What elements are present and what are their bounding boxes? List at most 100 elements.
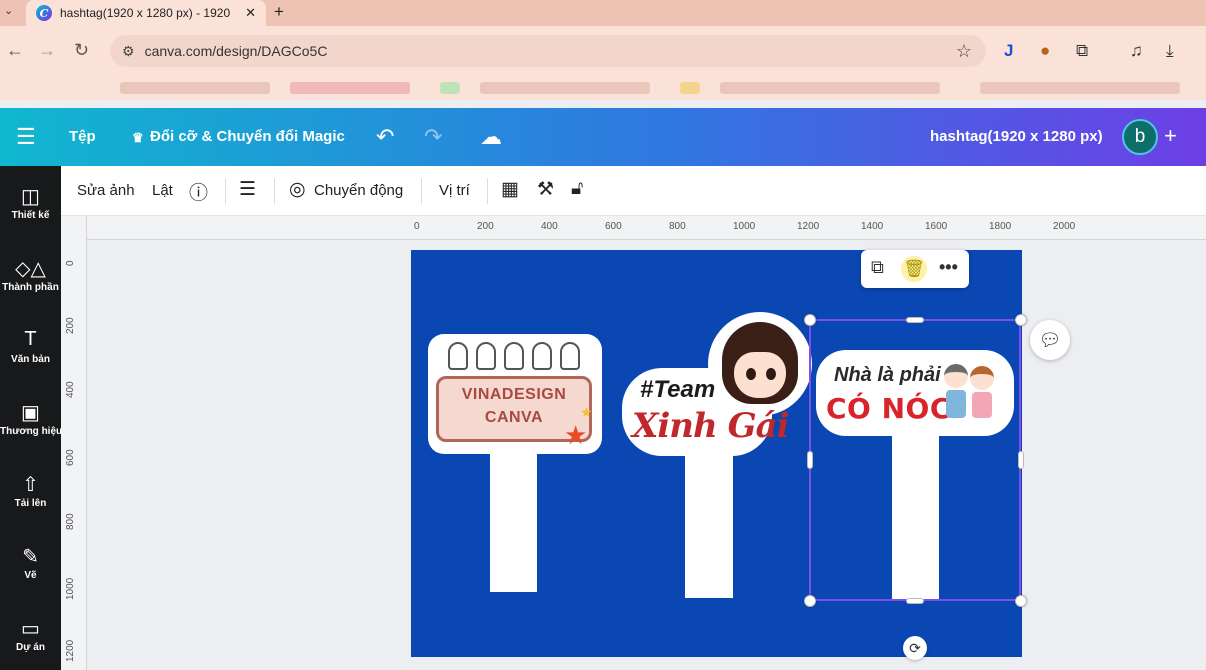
- back-arrow-icon[interactable]: ←: [6, 40, 24, 61]
- sidebar-item-text[interactable]: T Văn bản: [0, 328, 61, 365]
- download-icon[interactable]: ⤓: [1166, 41, 1174, 61]
- sidebar-item-uploads[interactable]: ⇧ Tải lên: [0, 472, 61, 509]
- bookmark-item[interactable]: [980, 82, 1180, 94]
- address-bar[interactable]: ⚙ canva.com/design/DAGCo5C ☆: [110, 35, 986, 67]
- tab-close-icon[interactable]: ✕: [245, 5, 256, 21]
- resize-handle[interactable]: [804, 314, 816, 326]
- forward-arrow-icon[interactable]: →: [38, 40, 56, 61]
- browser-tab[interactable]: C hashtag(1920 x 1280 px) - 1920 ✕: [26, 0, 266, 26]
- add-comment-icon[interactable]: 💬︎: [1030, 320, 1070, 360]
- sidebar-item-elements[interactable]: ◇△ Thành phần: [0, 256, 61, 293]
- ruler-tick: 1200: [797, 221, 820, 232]
- resize-handle[interactable]: [1015, 595, 1027, 607]
- elements-icon: ◇△: [15, 258, 46, 280]
- magic-resize-button[interactable]: Đổi cỡ & Chuyển đổi Magic: [150, 128, 345, 145]
- extension-j-icon[interactable]: J: [1004, 41, 1013, 61]
- sticker-text: Xinh Gái: [632, 406, 790, 446]
- redo-icon[interactable]: ↷: [424, 124, 442, 150]
- ruler-tick: 800: [669, 221, 686, 232]
- design-title[interactable]: hashtag(1920 x 1280 px): [930, 128, 1103, 145]
- bookmark-item[interactable]: [120, 82, 270, 94]
- vertical-ruler: 0 200 400 600 800 1000 1200: [61, 216, 87, 670]
- media-control-icon[interactable]: ♫: [1130, 41, 1143, 61]
- ruler-tick: 0: [65, 260, 76, 266]
- sidebar-item-design[interactable]: ◫ Thiết kế: [0, 184, 61, 221]
- extensions-puzzle-icon[interactable]: ⧉: [1076, 41, 1088, 61]
- upload-icon: ⇧: [22, 474, 39, 496]
- canva-top-bar: ☰ Tệp ♛ Đổi cỡ & Chuyển đổi Magic ↶ ↷ ☁ …: [0, 108, 1206, 166]
- ruler-tick: 1200: [65, 639, 76, 662]
- ruler-tick: 400: [65, 381, 76, 398]
- user-avatar[interactable]: b: [1122, 119, 1158, 155]
- resize-handle[interactable]: [804, 595, 816, 607]
- ruler-tick: 2000: [1053, 221, 1076, 232]
- more-options-icon[interactable]: •••: [939, 257, 958, 278]
- girl-face-illustration: [734, 352, 786, 398]
- sidebar-item-brand[interactable]: ▣ Thương hiệu: [0, 400, 61, 437]
- sidebar-item-projects[interactable]: ▭ Dự án: [0, 616, 61, 653]
- rotate-handle-icon[interactable]: ⟳: [903, 636, 927, 660]
- layout-icon: ◫: [21, 186, 40, 208]
- copy-style-icon[interactable]: ⚒: [537, 178, 554, 201]
- sidebar-item-label: Thành phần: [2, 282, 59, 293]
- add-collaborator-button[interactable]: +: [1164, 123, 1177, 149]
- bookmark-item[interactable]: [440, 82, 460, 94]
- lock-icon[interactable]: 🔓︎: [571, 178, 583, 200]
- star-icon: ★: [580, 404, 593, 420]
- toolbar-divider: [487, 178, 488, 204]
- cat-icon: [504, 342, 524, 370]
- left-sidebar: ◫ Thiết kế ◇△ Thành phần T Văn bản ▣ Thư…: [0, 166, 61, 670]
- eye-icon: [766, 368, 776, 380]
- sidebar-item-draw[interactable]: ✎ Vẽ: [0, 544, 61, 581]
- sign-stick[interactable]: [685, 440, 733, 598]
- file-menu[interactable]: Tệp: [69, 128, 96, 145]
- resize-handle[interactable]: [906, 317, 924, 323]
- folder-icon: ▭: [21, 618, 40, 640]
- ruler-tick: 1800: [989, 221, 1012, 232]
- sidebar-item-label: Thiết kế: [11, 210, 50, 221]
- new-tab-button[interactable]: +: [274, 2, 284, 22]
- brand-icon: ▣: [21, 402, 40, 424]
- bookmark-item[interactable]: [480, 82, 650, 94]
- duplicate-icon[interactable]: ⧉: [871, 257, 884, 278]
- sidebar-item-label: Dự án: [16, 642, 45, 653]
- cats-illustration: [444, 342, 584, 376]
- cat-icon: [532, 342, 552, 370]
- border-style-icon[interactable]: ☰: [239, 178, 256, 201]
- resize-handle[interactable]: [1018, 451, 1024, 469]
- sign-stick[interactable]: [490, 440, 537, 592]
- team-xinh-gai-sticker[interactable]: #Team Xinh Gái: [622, 312, 812, 458]
- bookmarks-bar: [0, 76, 1206, 100]
- animate-icon[interactable]: ◎: [289, 178, 306, 201]
- site-info-icon[interactable]: ⚙: [122, 43, 135, 60]
- ruler-tick: 1600: [925, 221, 948, 232]
- transparency-icon[interactable]: ▦: [501, 178, 519, 201]
- resize-handle[interactable]: [1015, 314, 1027, 326]
- tab-search-chevron-icon[interactable]: ⌄: [4, 4, 13, 17]
- edit-photo-button[interactable]: Sửa ảnh: [77, 182, 135, 199]
- main-menu-icon[interactable]: ☰: [16, 124, 36, 150]
- sidebar-item-label: Văn bản: [11, 354, 50, 365]
- bookmark-item[interactable]: [720, 82, 940, 94]
- bookmark-item[interactable]: [680, 82, 700, 94]
- cookie-extension-icon[interactable]: ●: [1040, 41, 1050, 61]
- vinadesign-sticker[interactable]: VINADESIGN CANVA ★ ★: [428, 334, 602, 454]
- position-button[interactable]: Vị trí: [439, 182, 470, 199]
- sticker-text: #Team: [640, 376, 716, 403]
- reload-icon[interactable]: ↻: [74, 40, 89, 61]
- bookmark-item[interactable]: [290, 82, 410, 94]
- browser-tab-strip: ⌄ C hashtag(1920 x 1280 px) - 1920 ✕ +: [0, 0, 1206, 26]
- ruler-tick: 1000: [733, 221, 756, 232]
- resize-handle[interactable]: [807, 451, 813, 469]
- info-icon[interactable]: ⓘ: [189, 178, 208, 205]
- flip-button[interactable]: Lật: [152, 182, 173, 199]
- ruler-tick: 600: [65, 449, 76, 466]
- animate-button[interactable]: Chuyển động: [314, 182, 403, 199]
- undo-icon[interactable]: ↶: [376, 124, 394, 150]
- cloud-saved-icon[interactable]: ☁: [480, 124, 502, 150]
- resize-handle[interactable]: [906, 598, 924, 604]
- element-floating-toolbar: ⧉ 🗑︎ •••: [861, 250, 969, 288]
- delete-trash-icon[interactable]: 🗑︎: [901, 256, 927, 282]
- bookmark-star-icon[interactable]: ☆: [956, 41, 972, 62]
- selection-frame[interactable]: [809, 319, 1021, 601]
